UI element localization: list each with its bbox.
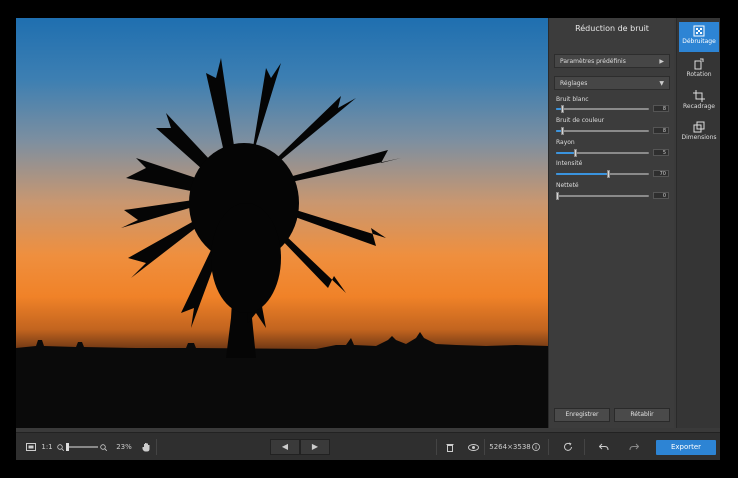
export-button[interactable]: Exporter [656, 440, 716, 455]
color-noise-slider[interactable] [556, 127, 649, 135]
tool-label: Rotation [686, 71, 712, 78]
radius-value[interactable]: 5 [653, 149, 669, 156]
chevron-down-icon: ▼ [659, 80, 664, 87]
radius-label: Rayon [556, 139, 575, 146]
sharpness-label: Netteté [556, 182, 579, 189]
slider-thumb[interactable] [607, 170, 610, 178]
sharpness-value[interactable]: 0 [653, 192, 669, 199]
chevron-right-icon: ▶ [659, 58, 664, 65]
radius-slider[interactable] [556, 149, 649, 157]
info-icon[interactable] [530, 433, 542, 461]
zoom-slider[interactable] [65, 433, 99, 461]
noise-reduction-panel: Réduction de bruit Paramètres prédéfinis… [548, 18, 674, 428]
presets-section-header[interactable]: Paramètres prédéfinis ▶ [554, 54, 670, 68]
slider-thumb[interactable] [561, 127, 564, 135]
settings-label: Réglages [560, 80, 588, 87]
reset-button[interactable]: Rétablir [614, 408, 670, 422]
intensity-value[interactable]: 70 [653, 170, 669, 177]
photo-canvas[interactable] [16, 18, 548, 428]
crop-icon [693, 90, 705, 102]
denoise-icon [693, 25, 705, 37]
slider-fill [556, 152, 574, 154]
tool-label: Dimensions [681, 134, 717, 141]
tool-label: Recadrage [682, 103, 716, 110]
bottom-toolbar: 1:1 23% ◀ ▶ 5264×3538 Exporter [16, 432, 720, 460]
tool-column: Débruitage Rotation Recadrage Dimensions [676, 18, 720, 428]
next-image-button[interactable]: ▶ [300, 439, 330, 455]
tool-crop[interactable]: Recadrage [679, 87, 719, 117]
save-button[interactable]: Enregistrer [554, 408, 610, 422]
palm-tree-silhouette [16, 58, 548, 428]
white-noise-value[interactable]: 8 [653, 105, 669, 112]
refresh-icon[interactable] [560, 433, 576, 461]
slider-thumb[interactable] [66, 443, 69, 451]
previous-image-button[interactable]: ◀ [270, 439, 300, 455]
panel-title: Réduction de bruit [575, 24, 649, 33]
fit-screen-icon[interactable] [24, 433, 38, 461]
white-noise-slider[interactable] [556, 105, 649, 113]
tool-denoise[interactable]: Débruitage [679, 22, 719, 52]
intensity-label: Intensité [556, 160, 583, 167]
white-noise-label: Bruit blanc [556, 96, 589, 103]
zoom-in-icon[interactable] [99, 433, 107, 461]
rotate-icon [694, 58, 704, 70]
triangle-right-icon: ▶ [311, 442, 319, 451]
redo-icon[interactable] [626, 433, 642, 461]
slider-thumb[interactable] [574, 149, 577, 157]
divider [584, 439, 585, 455]
settings-section-header[interactable]: Réglages ▼ [554, 76, 670, 90]
zoom-level: 23% [116, 443, 132, 451]
sharpness-slider[interactable] [556, 192, 649, 200]
tool-rotation[interactable]: Rotation [679, 55, 719, 85]
resize-icon [693, 121, 705, 133]
divider [484, 439, 485, 455]
image-dimensions: 5264×3538 [489, 443, 531, 451]
tool-label: Débruitage [682, 38, 716, 45]
tool-dimensions[interactable]: Dimensions [679, 118, 719, 148]
divider [156, 439, 157, 455]
divider [548, 439, 549, 455]
hand-tool-icon[interactable] [140, 433, 152, 461]
color-noise-label: Bruit de couleur [556, 117, 605, 124]
triangle-left-icon: ◀ [281, 442, 289, 451]
undo-icon[interactable] [596, 433, 612, 461]
trash-icon[interactable] [444, 433, 456, 461]
zoom-out-icon[interactable] [56, 433, 64, 461]
presets-label: Paramètres prédéfinis [560, 58, 626, 65]
actual-size-button[interactable]: 1:1 [40, 433, 54, 461]
slider-fill [556, 173, 607, 175]
slider-thumb[interactable] [561, 105, 564, 113]
divider [436, 439, 437, 455]
slider-thumb[interactable] [556, 192, 559, 200]
eye-icon[interactable] [466, 433, 480, 461]
color-noise-value[interactable]: 8 [653, 127, 669, 134]
intensity-slider[interactable] [556, 170, 649, 178]
